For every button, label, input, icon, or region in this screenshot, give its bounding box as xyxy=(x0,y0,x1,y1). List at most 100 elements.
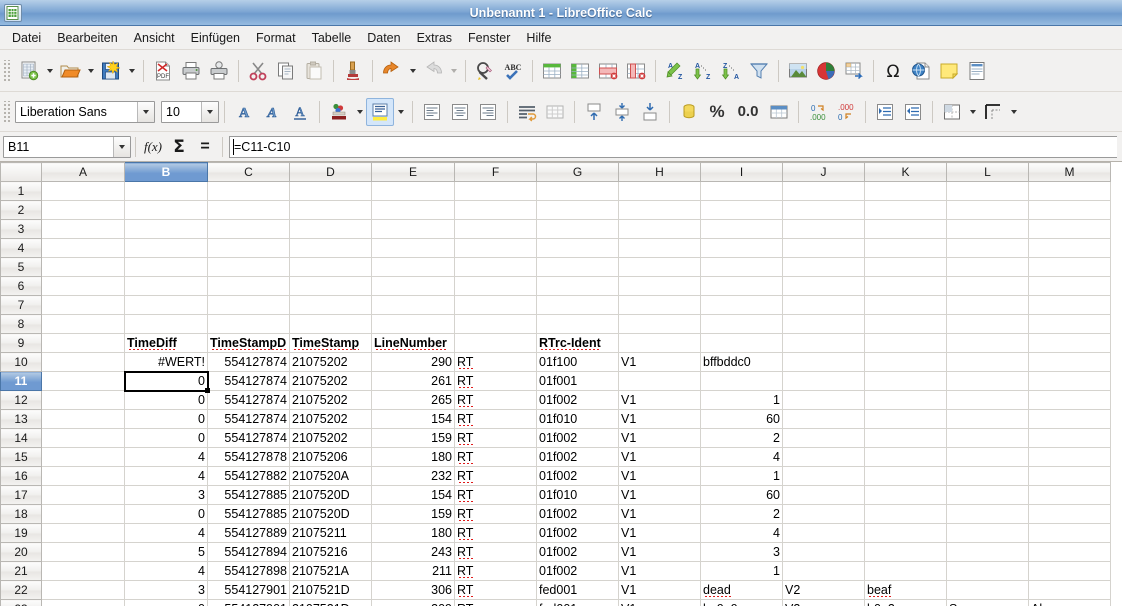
cell-K15[interactable] xyxy=(864,447,947,467)
cell-E11[interactable]: 261 xyxy=(371,371,455,391)
cell-M14[interactable] xyxy=(1028,428,1111,448)
cell-A1[interactable] xyxy=(41,181,125,201)
row-header-11[interactable]: 11 xyxy=(0,371,42,391)
cell-E2[interactable] xyxy=(371,200,455,220)
cell-M2[interactable] xyxy=(1028,200,1111,220)
cell-B22[interactable]: 3 xyxy=(124,580,208,600)
cell-B23[interactable]: 0 xyxy=(124,599,208,606)
column-header-D[interactable]: D xyxy=(289,162,372,182)
cell-C9[interactable]: TimeStampD xyxy=(207,333,290,353)
cell-J19[interactable] xyxy=(782,523,865,543)
image-icon[interactable] xyxy=(784,57,812,85)
cell-M3[interactable] xyxy=(1028,219,1111,239)
highlight-color-icon[interactable] xyxy=(366,97,394,126)
cell-L3[interactable] xyxy=(946,219,1029,239)
cell-F12[interactable]: RT xyxy=(454,390,537,410)
cell-E1[interactable] xyxy=(371,181,455,201)
cell-H11[interactable] xyxy=(618,371,701,391)
row-header-12[interactable]: 12 xyxy=(0,390,42,410)
cell-G12[interactable]: 01f002 xyxy=(536,390,619,410)
cell-B10[interactable]: #WERT! xyxy=(124,352,208,372)
cell-J7[interactable] xyxy=(782,295,865,315)
cell-D16[interactable]: 2107520A xyxy=(289,466,372,486)
cell-B17[interactable]: 3 xyxy=(124,485,208,505)
formula-input-line[interactable]: =C11-C10 xyxy=(229,135,1117,158)
cell-I16[interactable]: 1 xyxy=(700,466,783,486)
row-header-18[interactable]: 18 xyxy=(0,504,42,524)
cell-E23[interactable]: 309 xyxy=(371,599,455,606)
cell-I22[interactable]: dead xyxy=(700,580,783,600)
cell-D17[interactable]: 2107520D xyxy=(289,485,372,505)
cell-B4[interactable] xyxy=(124,238,208,258)
cell-G2[interactable] xyxy=(536,200,619,220)
column-header-H[interactable]: H xyxy=(618,162,701,182)
cell-F18[interactable]: RT xyxy=(454,504,537,524)
row-header-5[interactable]: 5 xyxy=(0,257,42,277)
table-icon[interactable] xyxy=(538,57,566,85)
cell-E18[interactable]: 159 xyxy=(371,504,455,524)
borders-icon[interactable] xyxy=(938,98,966,126)
cell-C4[interactable] xyxy=(207,238,290,258)
cell-A13[interactable] xyxy=(41,409,125,429)
cell-G6[interactable] xyxy=(536,276,619,296)
cell-E5[interactable] xyxy=(371,257,455,277)
column-header-L[interactable]: L xyxy=(946,162,1029,182)
cell-D4[interactable] xyxy=(289,238,372,258)
menu-tabelle[interactable]: Tabelle xyxy=(304,28,360,48)
cell-K22[interactable]: beaf xyxy=(864,580,947,600)
cell-D21[interactable]: 2107521A xyxy=(289,561,372,581)
cell-G1[interactable] xyxy=(536,181,619,201)
cell-H15[interactable]: V1 xyxy=(618,447,701,467)
cell-I9[interactable] xyxy=(700,333,783,353)
align-right-icon[interactable] xyxy=(474,98,502,126)
column-header-K[interactable]: K xyxy=(864,162,947,182)
cell-J23[interactable]: V2 xyxy=(782,599,865,606)
cell-C21[interactable]: 554127898 xyxy=(207,561,290,581)
font-color-icon[interactable] xyxy=(325,98,353,126)
delete-decimal-icon[interactable]: .000 0 xyxy=(832,98,860,126)
row-header-8[interactable]: 8 xyxy=(0,314,42,334)
paintbrush-icon[interactable] xyxy=(339,57,367,85)
cell-L2[interactable] xyxy=(946,200,1029,220)
cell-C12[interactable]: 554127874 xyxy=(207,390,290,410)
cell-C15[interactable]: 554127878 xyxy=(207,447,290,467)
cell-M1[interactable] xyxy=(1028,181,1111,201)
cell-D18[interactable]: 2107520D xyxy=(289,504,372,524)
cell-B14[interactable]: 0 xyxy=(124,428,208,448)
cell-B1[interactable] xyxy=(124,181,208,201)
cell-C19[interactable]: 554127889 xyxy=(207,523,290,543)
cell-E16[interactable]: 232 xyxy=(371,466,455,486)
cell-I18[interactable]: 2 xyxy=(700,504,783,524)
cell-H13[interactable]: V1 xyxy=(618,409,701,429)
cell-L4[interactable] xyxy=(946,238,1029,258)
cell-M22[interactable] xyxy=(1028,580,1111,600)
print-preview-icon[interactable] xyxy=(205,57,233,85)
sort-z-to-a-icon[interactable]: Z A xyxy=(717,57,745,85)
cell-J6[interactable] xyxy=(782,276,865,296)
cell-A14[interactable] xyxy=(41,428,125,448)
header-footer-icon[interactable] xyxy=(963,57,991,85)
font-size-dropdown-arrow[interactable] xyxy=(201,101,218,122)
row-header-19[interactable]: 19 xyxy=(0,523,42,543)
cell-I7[interactable] xyxy=(700,295,783,315)
cell-M19[interactable] xyxy=(1028,523,1111,543)
cell-F2[interactable] xyxy=(454,200,537,220)
pdf-icon[interactable]: PDF xyxy=(149,57,177,85)
cell-J13[interactable] xyxy=(782,409,865,429)
cell-I8[interactable] xyxy=(700,314,783,334)
cell-B3[interactable] xyxy=(124,219,208,239)
cell-C10[interactable]: 554127874 xyxy=(207,352,290,372)
cell-J9[interactable] xyxy=(782,333,865,353)
cell-C3[interactable] xyxy=(207,219,290,239)
cell-H8[interactable] xyxy=(618,314,701,334)
cell-E20[interactable]: 243 xyxy=(371,542,455,562)
undo-arrow-icon[interactable] xyxy=(378,57,406,85)
cell-M23[interactable]: Aha,soso xyxy=(1028,599,1111,606)
cell-M9[interactable] xyxy=(1028,333,1111,353)
cell-K17[interactable] xyxy=(864,485,947,505)
pie-chart-icon[interactable] xyxy=(812,57,840,85)
cell-E14[interactable]: 159 xyxy=(371,428,455,448)
column-header-J[interactable]: J xyxy=(782,162,865,182)
menu-ansicht[interactable]: Ansicht xyxy=(126,28,183,48)
cell-H19[interactable]: V1 xyxy=(618,523,701,543)
